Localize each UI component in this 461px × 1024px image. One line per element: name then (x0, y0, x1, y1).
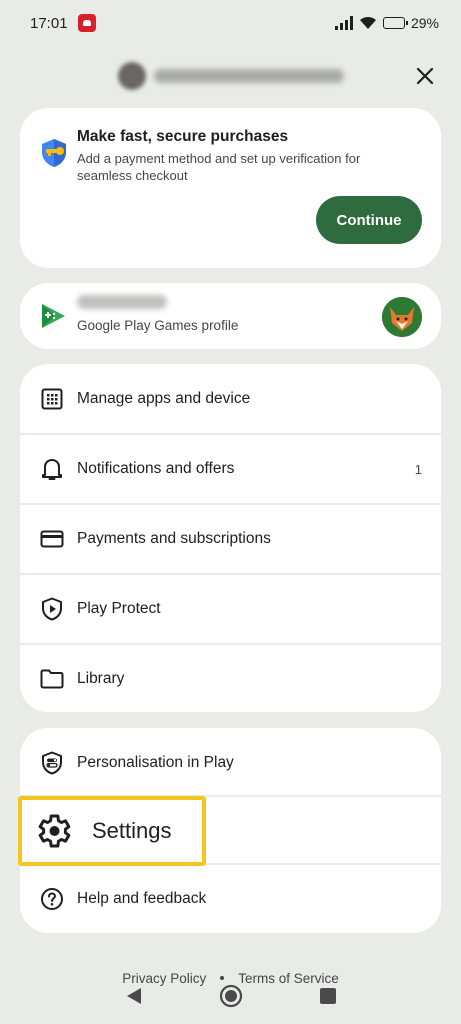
status-indicators: 29% (334, 15, 439, 31)
main-menu-card: Manage apps and device Notifications and… (20, 364, 441, 712)
shield-toggle-icon (39, 750, 65, 776)
close-icon (416, 67, 434, 85)
notification-app-icon (77, 14, 96, 32)
menu-item-label: Play Protect (77, 600, 161, 617)
menu-item-label: Help and feedback (77, 890, 207, 907)
status-time: 17:01 (30, 14, 68, 32)
back-icon[interactable] (125, 986, 143, 1006)
credit-card-icon (39, 526, 65, 552)
wifi-icon (359, 16, 376, 29)
menu-item-label: Personalisation in Play (77, 754, 234, 771)
secondary-menu-card: Personalisation in Play Settings Help an… (20, 728, 441, 933)
gear-icon (32, 810, 74, 852)
menu-item-label: Notifications and offers (77, 460, 235, 477)
home-icon[interactable] (219, 984, 243, 1008)
menu-item-label: Payments and subscriptions (77, 530, 271, 547)
shield-play-icon (39, 596, 65, 622)
grid-icon (39, 386, 65, 412)
menu-item-library[interactable]: Library (20, 644, 441, 714)
footer-separator (220, 976, 225, 980)
secure-purchases-card: Make fast, secure purchases Add a paymen… (20, 108, 441, 268)
close-button[interactable] (411, 62, 439, 90)
menu-item-label: Manage apps and device (77, 390, 251, 407)
games-profile-label: Google Play Games profile (77, 318, 239, 333)
menu-item-settings[interactable]: Settings (20, 796, 441, 866)
promo-title: Make fast, secure purchases (77, 128, 289, 145)
account-avatar (117, 62, 146, 90)
games-avatar (382, 297, 422, 337)
menu-item-label: Library (77, 670, 125, 687)
status-bar: 17:01 29% (0, 0, 461, 46)
continue-button[interactable]: Continue (316, 196, 422, 244)
notification-count: 1 (414, 461, 422, 477)
folder-icon (39, 666, 65, 692)
menu-item-personalisation[interactable]: Personalisation in Play (20, 728, 441, 798)
help-icon (39, 886, 65, 912)
secure-payment-shield-icon (42, 139, 66, 167)
play-games-profile-card[interactable]: Google Play Games profile (20, 283, 441, 349)
menu-item-payments[interactable]: Payments and subscriptions (20, 504, 441, 574)
recents-icon[interactable] (319, 987, 337, 1005)
account-header[interactable] (0, 56, 461, 96)
menu-item-label: Settings (92, 818, 172, 843)
signal-icon (334, 16, 353, 30)
promo-subtitle: Add a payment method and set up verifica… (77, 151, 361, 183)
account-email-redacted (153, 69, 344, 83)
system-nav-bar (0, 984, 461, 1008)
menu-item-help[interactable]: Help and feedback (20, 864, 441, 934)
menu-item-manage-apps[interactable]: Manage apps and device (20, 364, 441, 434)
games-profile-name-redacted (77, 295, 167, 309)
menu-item-play-protect[interactable]: Play Protect (20, 574, 441, 644)
menu-item-notifications[interactable]: Notifications and offers 1 (20, 434, 441, 504)
bell-icon (39, 456, 65, 482)
battery-percent: 29% (410, 15, 439, 31)
play-games-icon (42, 304, 65, 328)
battery-icon (382, 17, 408, 29)
